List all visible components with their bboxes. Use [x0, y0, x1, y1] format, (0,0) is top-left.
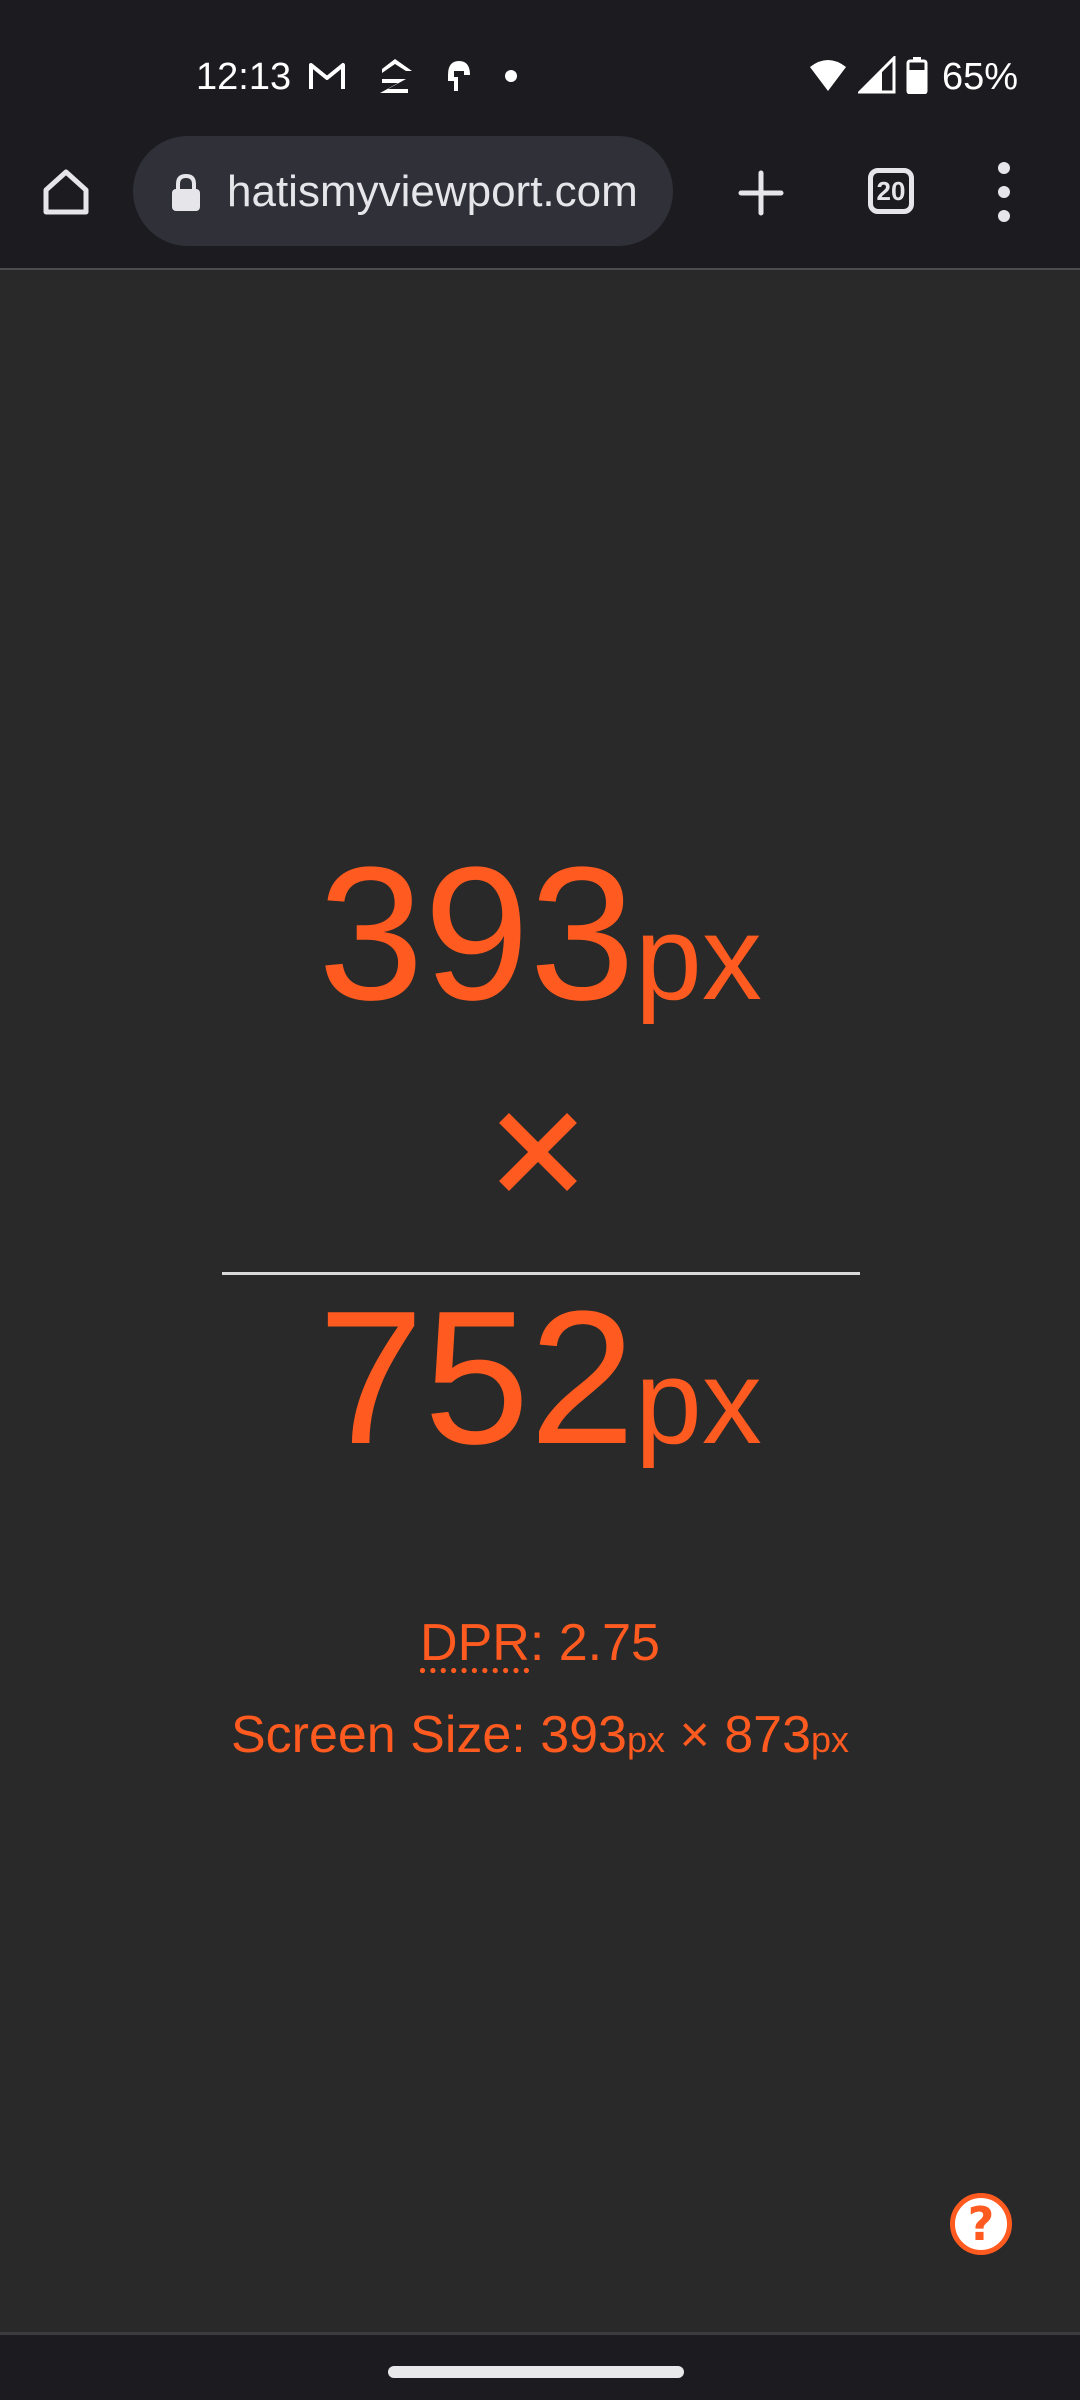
dot-icon: [504, 69, 518, 88]
status-bar: 12:13 6 65%: [0, 0, 1080, 132]
browser-toolbar: hatismyviewport.com 20: [0, 132, 1080, 268]
viewport-width-value: 393: [318, 828, 636, 1040]
viewport-height-unit: px: [635, 1335, 762, 1469]
viewport-height-value: 752: [318, 1272, 636, 1484]
system-icons: 6 65%: [798, 52, 1018, 102]
more-menu-button[interactable]: [990, 154, 1018, 230]
address-bar[interactable]: hatismyviewport.com: [133, 136, 673, 246]
tab-count: 20: [876, 175, 906, 206]
gmail-icon: [308, 61, 346, 96]
help-button[interactable]: ?: [950, 2193, 1012, 2255]
svg-text:6: 6: [835, 78, 845, 93]
home-button[interactable]: [34, 160, 98, 224]
zillow-icon: [376, 57, 414, 100]
battery-percentage: 65%: [941, 56, 1018, 98]
url-text: hatismyviewport.com: [227, 167, 638, 216]
lock-icon: [172, 173, 200, 211]
screen-width-value: 393: [540, 1706, 627, 1764]
plus-icon: [738, 170, 784, 216]
dpr-abbr[interactable]: DPR: [420, 1614, 530, 1672]
dpr-value: 2.75: [558, 1614, 660, 1672]
web-page: 393px 752px: [0, 270, 1080, 2332]
screen-size-label: Screen Size:: [230, 1706, 541, 1764]
more-vert-icon: [998, 162, 1010, 222]
screen-height-value: 873: [724, 1706, 812, 1764]
screen-height-unit: px: [811, 1719, 850, 1760]
viewport-width: 393px: [0, 824, 1080, 1105]
home-indicator[interactable]: [388, 2366, 684, 2378]
help-question-icon: ?: [967, 2197, 995, 2251]
tab-switcher-button[interactable]: 20: [868, 168, 914, 214]
screen-width-unit: px: [626, 1719, 665, 1760]
status-time: 12:13: [196, 56, 292, 98]
wifi-icon: 6: [808, 57, 848, 98]
battery-icon: [906, 56, 928, 99]
screen-size-info: Screen Size: 393px × 873px: [0, 1700, 1080, 1775]
screen-times: ×: [665, 1706, 725, 1764]
navigation-bar: [0, 2332, 1080, 2400]
notification-icons: [308, 56, 548, 100]
new-tab-button[interactable]: [728, 160, 794, 226]
home-icon: [43, 169, 89, 215]
helmet-icon: [444, 57, 474, 100]
signal-icon: [856, 53, 896, 99]
dpr-separator: :: [529, 1614, 559, 1672]
divider-line: [222, 1272, 860, 1275]
viewport-height: 752px: [0, 1268, 1080, 1549]
times-icon: [499, 1113, 577, 1191]
viewport-width-unit: px: [635, 891, 762, 1025]
navbar-divider: [0, 2332, 1080, 2335]
dpr-info: DPR: 2.75: [0, 1608, 1080, 1678]
